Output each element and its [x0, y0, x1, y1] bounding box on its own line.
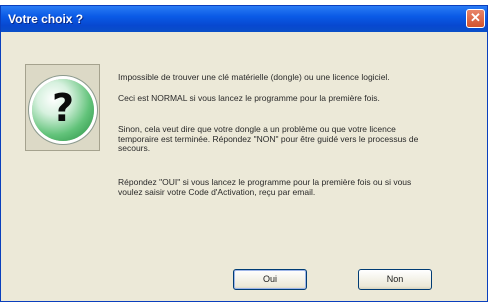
yes-button[interactable]: Oui: [233, 269, 307, 290]
no-button[interactable]: Non: [358, 269, 432, 290]
title-bar[interactable]: Votre choix ? ✕: [1, 6, 487, 32]
message-line-2: Ceci est NORMAL si vous lancez le progra…: [118, 93, 380, 103]
window-title: Votre choix ?: [8, 12, 84, 26]
dialog-window: Votre choix ? ✕ ? Impossible de trouver …: [0, 5, 488, 302]
question-mark: ?: [51, 86, 75, 130]
message-line-1: Impossible de trouver une clé matérielle…: [118, 72, 390, 82]
message-paragraph-4: Répondez "OUI" si vous lancez le program…: [118, 177, 412, 197]
icon-panel: ?: [25, 64, 100, 151]
question-icon: ?: [32, 79, 94, 141]
close-icon: ✕: [470, 10, 481, 25]
close-button[interactable]: ✕: [466, 9, 485, 28]
message-paragraph-3: Sinon, cela veut dire que votre dongle a…: [118, 124, 419, 153]
